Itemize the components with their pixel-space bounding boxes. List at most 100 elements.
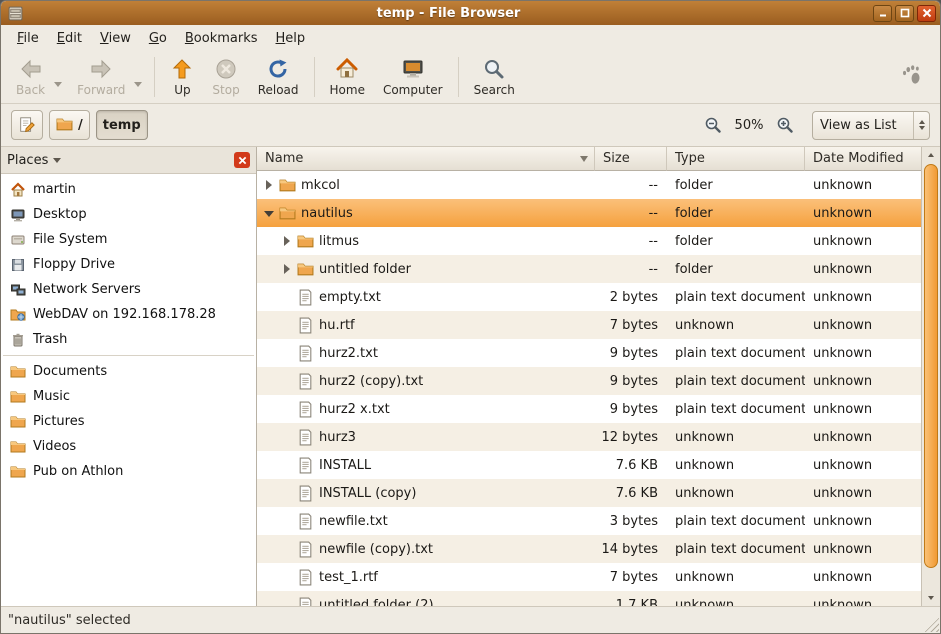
window-title: temp - File Browser — [24, 6, 873, 21]
file-size: 14 bytes — [595, 542, 667, 557]
file-row[interactable]: hurz2 (copy).txt 9 bytes plain text docu… — [257, 367, 921, 395]
reload-button[interactable]: Reload — [249, 53, 308, 101]
file-date-modified: unknown — [805, 514, 921, 529]
menu-go[interactable]: Go — [141, 28, 175, 49]
sidebar-item-file-system[interactable]: File System — [1, 227, 256, 252]
toolbar: Back Forward Up Stop Reload — [7, 52, 524, 102]
file-date-modified: unknown — [805, 374, 921, 389]
zoom-in-icon[interactable] — [776, 116, 794, 134]
column-header-size[interactable]: Size — [595, 147, 667, 171]
maximize-button[interactable] — [895, 5, 914, 22]
sidebar-item-videos[interactable]: Videos — [1, 434, 256, 459]
text-file-icon — [297, 401, 314, 418]
sidebar-item-floppy-drive[interactable]: Floppy Drive — [1, 252, 256, 277]
menu-edit[interactable]: Edit — [49, 28, 90, 49]
file-row[interactable]: untitled folder -- folder unknown — [257, 255, 921, 283]
file-row[interactable]: litmus -- folder unknown — [257, 227, 921, 255]
path-button-root[interactable]: / — [49, 110, 90, 140]
sidebar-item-desktop[interactable]: Desktop — [1, 202, 256, 227]
file-type: plain text document — [667, 514, 805, 529]
column-header-name[interactable]: Name — [257, 147, 595, 171]
file-type: unknown — [667, 430, 805, 445]
text-file-icon — [297, 373, 314, 390]
file-name: litmus — [319, 234, 359, 249]
file-date-modified: unknown — [805, 570, 921, 585]
zoom-out-icon[interactable] — [704, 116, 722, 134]
file-type: plain text document — [667, 290, 805, 305]
file-type: folder — [667, 178, 805, 193]
chevron-down-icon[interactable] — [54, 82, 62, 87]
expander-icon[interactable] — [281, 235, 294, 248]
expander-icon[interactable] — [281, 263, 294, 276]
home-folder-icon — [10, 182, 26, 198]
expander-icon[interactable] — [263, 179, 276, 192]
toolbar-separator — [314, 57, 315, 97]
back-button[interactable]: Back — [7, 53, 54, 101]
stop-icon — [214, 57, 238, 81]
file-name: nautilus — [301, 206, 353, 221]
titlebar[interactable]: temp - File Browser — [1, 1, 940, 25]
close-sidebar-button[interactable] — [234, 152, 250, 168]
minimize-button[interactable] — [873, 5, 892, 22]
menu-view[interactable]: View — [92, 28, 139, 49]
file-row[interactable]: INSTALL (copy) 7.6 KB unknown unknown — [257, 479, 921, 507]
search-button[interactable]: Search — [465, 53, 524, 101]
file-date-modified: unknown — [805, 346, 921, 361]
toggle-location-entry-button[interactable] — [11, 110, 43, 140]
file-row[interactable]: test_1.rtf 7 bytes unknown unknown — [257, 563, 921, 591]
sidebar-item-documents[interactable]: Documents — [1, 359, 256, 384]
resize-grip[interactable] — [924, 617, 939, 632]
sidebar-item-pictures[interactable]: Pictures — [1, 409, 256, 434]
sidebar-item-pub-on-athlon[interactable]: Pub on Athlon — [1, 459, 256, 484]
menu-bookmarks[interactable]: Bookmarks — [177, 28, 266, 49]
scroll-down-icon[interactable] — [922, 590, 940, 606]
expander-icon[interactable] — [263, 207, 276, 220]
file-size: -- — [595, 234, 667, 249]
column-header-type[interactable]: Type — [667, 147, 805, 171]
sidebar-item-martin[interactable]: martin — [1, 177, 256, 202]
forward-button[interactable]: Forward — [68, 53, 134, 101]
file-row[interactable]: INSTALL 7.6 KB unknown unknown — [257, 451, 921, 479]
file-row[interactable]: empty.txt 2 bytes plain text document un… — [257, 283, 921, 311]
sidebar-item-network-servers[interactable]: Network Servers — [1, 277, 256, 302]
file-name: empty.txt — [319, 290, 381, 305]
chevron-down-icon[interactable] — [134, 82, 142, 87]
sidebar-item-music[interactable]: Music — [1, 384, 256, 409]
up-button[interactable]: Up — [161, 53, 203, 101]
file-row[interactable]: newfile (copy).txt 14 bytes plain text d… — [257, 535, 921, 563]
file-row[interactable]: hurz3 12 bytes unknown unknown — [257, 423, 921, 451]
toolbar-button-label: Search — [474, 83, 515, 97]
path-button-temp[interactable]: temp — [96, 110, 148, 140]
menu-file[interactable]: File — [9, 28, 47, 49]
file-row[interactable]: nautilus -- folder unknown — [257, 199, 921, 227]
column-header-date-modified[interactable]: Date Modified — [805, 147, 921, 171]
view-as-select[interactable]: View as List — [812, 111, 930, 140]
file-row[interactable]: hu.rtf 7 bytes unknown unknown — [257, 311, 921, 339]
file-name: newfile (copy).txt — [319, 542, 433, 557]
file-row[interactable]: untitled folder (2) 1.7 KB unknown unkno… — [257, 591, 921, 606]
place-label: Pictures — [33, 414, 84, 429]
scroll-up-icon[interactable] — [922, 147, 940, 163]
stop-button[interactable]: Stop — [203, 53, 248, 101]
home-button[interactable]: Home — [321, 53, 374, 101]
close-button[interactable] — [917, 5, 936, 22]
menu-help[interactable]: Help — [268, 28, 314, 49]
place-label: Pub on Athlon — [33, 464, 123, 479]
places-header[interactable]: Places — [1, 147, 256, 174]
file-row[interactable]: hurz2 x.txt 9 bytes plain text document … — [257, 395, 921, 423]
file-row[interactable]: mkcol -- folder unknown — [257, 171, 921, 199]
sidebar-item-webdav-on-192-168-178-28[interactable]: WebDAV on 192.168.178.28 — [1, 302, 256, 327]
text-file-icon — [297, 541, 314, 558]
file-row[interactable]: hurz2.txt 9 bytes plain text document un… — [257, 339, 921, 367]
file-size: -- — [595, 262, 667, 277]
vertical-scrollbar[interactable] — [921, 147, 940, 606]
scrollbar-thumb[interactable] — [924, 164, 938, 568]
file-type: folder — [667, 262, 805, 277]
sidebar-item-trash[interactable]: Trash — [1, 327, 256, 352]
text-file-icon — [297, 317, 314, 334]
file-row[interactable]: newfile.txt 3 bytes plain text document … — [257, 507, 921, 535]
computer-button[interactable]: Computer — [374, 53, 452, 101]
toolbar-row: Back Forward Up Stop Reload — [1, 51, 940, 104]
folder-icon — [56, 116, 74, 134]
place-label: Floppy Drive — [33, 257, 115, 272]
